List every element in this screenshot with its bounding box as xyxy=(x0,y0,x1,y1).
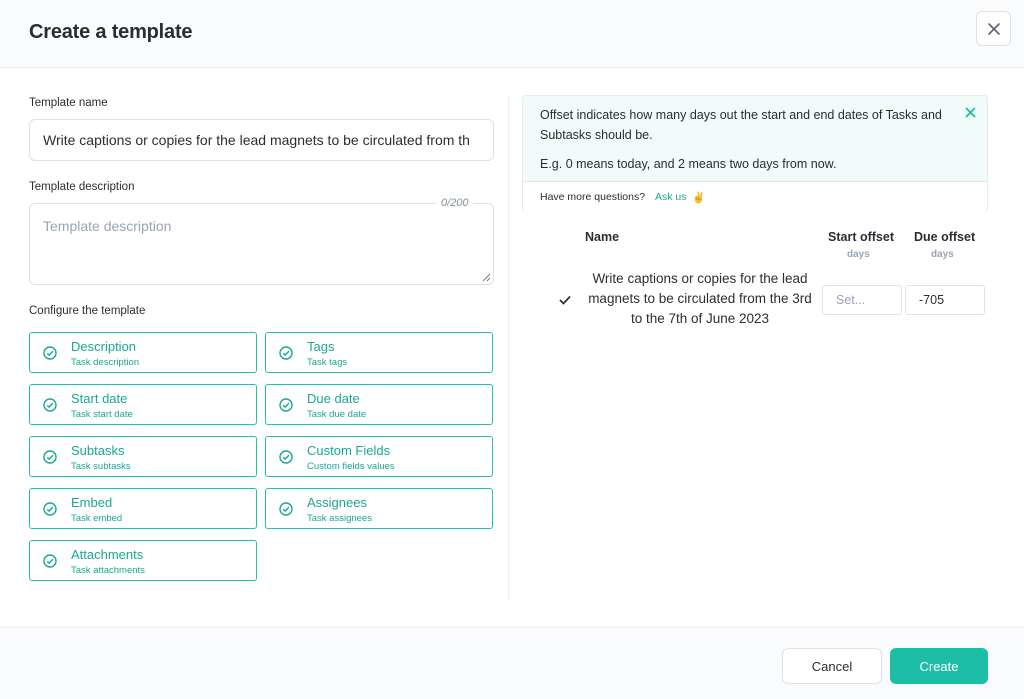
check-circle-icon xyxy=(279,398,293,412)
column-header-name: Name xyxy=(585,230,620,244)
column-divider xyxy=(508,95,509,600)
start-offset-input[interactable]: Set... xyxy=(822,285,902,315)
template-name-label: Template name xyxy=(29,97,108,109)
option-custom-fields[interactable]: Custom Fields Custom fields values xyxy=(265,436,493,477)
option-title: Subtasks xyxy=(71,443,125,458)
close-button[interactable] xyxy=(976,11,1011,46)
start-offset-placeholder: Set... xyxy=(836,293,866,307)
option-attachments[interactable]: Attachments Task attachments xyxy=(29,540,257,581)
check-circle-icon xyxy=(43,398,57,412)
column-header-start-offset: Start offset xyxy=(828,230,894,244)
description-char-counter: 0/200 xyxy=(437,197,473,209)
option-start-date[interactable]: Start date Task start date xyxy=(29,384,257,425)
due-offset-value: -705 xyxy=(919,293,945,307)
check-circle-icon xyxy=(279,346,293,360)
option-title: Custom Fields xyxy=(307,443,391,458)
option-due-date[interactable]: Due date Task due date xyxy=(265,384,493,425)
option-title: Attachments xyxy=(71,547,144,562)
check-circle-icon xyxy=(43,554,57,568)
column-header-due-offset: Due offset xyxy=(914,230,976,244)
template-description-textarea[interactable]: Template description 0/200 xyxy=(29,197,494,285)
option-title: Tags xyxy=(307,339,335,354)
option-assignees[interactable]: Assignees Task assignees xyxy=(265,488,493,529)
option-subtasks[interactable]: Subtasks Task subtasks xyxy=(29,436,257,477)
victory-hand-icon: ✌️ xyxy=(692,192,706,204)
questions-text: Have more questions? xyxy=(540,191,646,203)
option-title: Embed xyxy=(71,495,113,510)
option-subtitle: Task description xyxy=(71,357,140,368)
option-description[interactable]: Description Task description xyxy=(29,332,257,373)
description-placeholder: Template description xyxy=(43,218,172,234)
info-example: E.g. 0 means today, and 2 means two days… xyxy=(540,157,837,171)
resize-handle-icon[interactable] xyxy=(481,272,491,282)
due-offset-unit: days xyxy=(931,249,954,260)
option-subtitle: Task embed xyxy=(71,513,123,524)
template-description-label: Template description xyxy=(29,181,135,193)
info-footer: Have more questions? Ask us ✌️ xyxy=(523,181,987,212)
option-title: Assignees xyxy=(307,495,367,510)
due-offset-input[interactable]: -705 xyxy=(905,285,985,315)
offset-info-banner: Offset indicates how many days out the s… xyxy=(522,95,988,212)
option-title: Description xyxy=(71,339,137,354)
option-subtitle: Task subtasks xyxy=(71,461,131,472)
check-circle-icon xyxy=(43,450,57,464)
option-subtitle: Task due date xyxy=(307,409,367,420)
option-subtitle: Custom fields values xyxy=(307,461,395,472)
template-name-value: Write captions or copies for the lead ma… xyxy=(43,132,470,148)
option-subtitle: Task start date xyxy=(71,409,133,420)
check-circle-icon xyxy=(279,450,293,464)
template-name-input[interactable]: Write captions or copies for the lead ma… xyxy=(29,119,494,161)
option-embed[interactable]: Embed Task embed xyxy=(29,488,257,529)
check-circle-icon xyxy=(279,502,293,516)
close-icon[interactable] xyxy=(965,107,976,118)
close-icon xyxy=(987,22,1000,35)
option-title: Due date xyxy=(307,391,360,406)
ask-us-link[interactable]: Ask us xyxy=(655,191,687,203)
cancel-button[interactable]: Cancel xyxy=(782,648,882,684)
start-offset-unit: days xyxy=(847,249,870,260)
option-subtitle: Task attachments xyxy=(71,565,145,576)
option-tags[interactable]: Tags Task tags xyxy=(265,332,493,373)
info-text: Offset indicates how many days out the s… xyxy=(540,108,942,142)
checkmark-icon xyxy=(559,295,571,305)
check-circle-icon xyxy=(43,346,57,360)
task-row-name: Write captions or copies for the lead ma… xyxy=(588,271,812,326)
page-title: Create a template xyxy=(29,21,193,43)
option-subtitle: Task assignees xyxy=(307,513,372,524)
option-title: Start date xyxy=(71,391,128,406)
option-subtitle: Task tags xyxy=(307,357,348,368)
create-button[interactable]: Create xyxy=(890,648,988,684)
configure-label: Configure the template xyxy=(29,305,146,317)
check-circle-icon xyxy=(43,502,57,516)
